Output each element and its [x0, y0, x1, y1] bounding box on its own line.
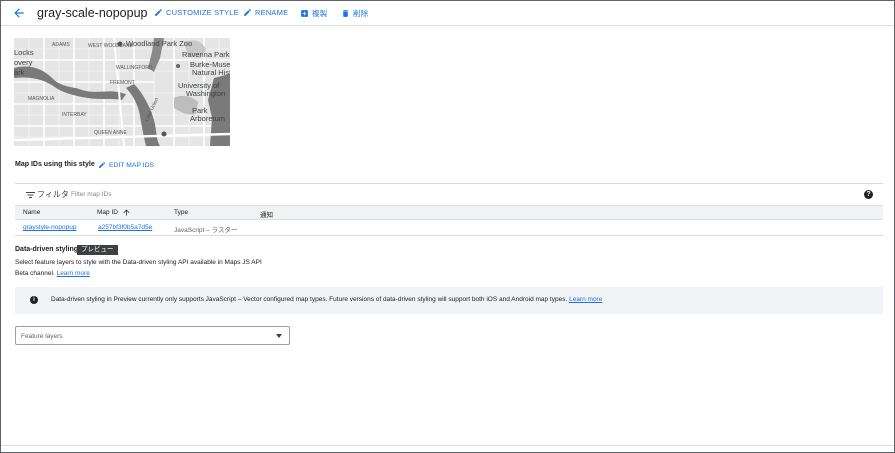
delete-button[interactable]: 削除: [341, 8, 368, 19]
customize-style-button[interactable]: CUSTOMIZE STYLE: [154, 8, 239, 17]
map-label: ark: [14, 68, 25, 77]
learn-more-link[interactable]: Learn more: [57, 270, 90, 277]
map-label: MAGNOLIA: [28, 96, 55, 102]
column-header-name[interactable]: Name: [23, 209, 40, 216]
map-label: Washington: [186, 89, 226, 98]
back-arrow-icon[interactable]: [12, 6, 26, 20]
info-banner: i Data-driven styling in Preview current…: [15, 287, 883, 314]
map-ids-section-label: Map IDs using this style: [15, 161, 95, 168]
rename-button[interactable]: RENAME: [243, 8, 288, 17]
add-box-icon: [301, 10, 308, 17]
edit-map-ids-label: EDIT MAP IDS: [109, 161, 155, 169]
description-line-2: Beta channel. Learn more: [15, 269, 415, 280]
map-label: WEST WOODLAND: [88, 43, 134, 49]
map-type-cell: JavaScript – ラスター: [174, 227, 238, 234]
preview-badge: プレビュー: [77, 245, 118, 255]
map-label: Arboretum: [190, 114, 226, 123]
map-id-link[interactable]: a257bf3f0b5a7d5e: [98, 224, 152, 231]
description-text: Beta channel.: [15, 269, 55, 277]
help-icon[interactable]: ?: [864, 190, 873, 199]
table-header-row: Name Map ID Type 通知: [15, 206, 883, 220]
duplicate-button[interactable]: 複製: [300, 8, 327, 19]
info-icon: i: [30, 296, 38, 304]
duplicate-label: 複製: [312, 9, 328, 18]
map-style-preview: Woodland Park Zoo Ravenna Park Burke-Mus…: [14, 38, 230, 146]
dropdown-caret-icon: [276, 334, 282, 338]
info-banner-text: Data-driven styling in Preview currently…: [51, 296, 602, 303]
map-label: QUEEN ANNE: [94, 130, 127, 136]
pencil-icon: [99, 161, 106, 168]
map-label: Natural Hist: [192, 68, 230, 77]
bottom-divider: [1, 445, 894, 446]
map-label: INTERBAY: [62, 112, 87, 118]
map-ids-table: フィルタ ? Name Map ID Type 通知 graystyle-nop…: [15, 183, 883, 236]
data-driven-styling-description: Select feature layers to style with the …: [15, 258, 415, 279]
map-name-link[interactable]: graystyle-nopopup: [23, 224, 76, 231]
data-driven-styling-title: Data-driven styling: [15, 246, 79, 253]
top-bar: gray-scale-nopopup CUSTOMIZE STYLE RENAM…: [1, 1, 894, 26]
map-label: FREMONT: [110, 80, 135, 86]
page-title: gray-scale-nopopup: [37, 6, 148, 20]
customize-style-label: CUSTOMIZE STYLE: [166, 8, 239, 17]
map-label: ADAMS: [52, 42, 70, 48]
map-label: Woodland Park Zoo: [126, 39, 193, 48]
info-learn-more-link[interactable]: Learn more: [569, 296, 602, 303]
sort-ascending-arrow-icon[interactable]: [122, 208, 131, 217]
feature-layers-placeholder: Feature layers: [21, 333, 63, 340]
pencil-icon: [155, 9, 162, 16]
map-label: Locks: [14, 48, 34, 57]
map-label: WALLINGFORD: [116, 65, 153, 71]
feature-layers-select[interactable]: Feature layers: [15, 326, 290, 345]
filter-label: フィルタ: [37, 190, 69, 199]
filter-row: フィルタ ?: [15, 184, 883, 206]
map-label: Ravenna Park: [182, 50, 230, 59]
edit-map-ids-button[interactable]: EDIT MAP IDS: [98, 161, 154, 169]
column-header-map-id[interactable]: Map ID: [97, 209, 118, 216]
info-message: Data-driven styling in Preview currently…: [51, 296, 568, 303]
description-line-1: Select feature layers to style with the …: [15, 259, 262, 266]
trash-icon: [342, 10, 349, 17]
filter-map-ids-input[interactable]: [71, 188, 371, 201]
column-header-type[interactable]: Type: [174, 209, 188, 216]
delete-label: 削除: [353, 9, 369, 18]
column-header-notify[interactable]: 通知: [260, 209, 273, 219]
map-label: overy: [14, 58, 33, 67]
table-row: graystyle-nopopup a257bf3f0b5a7d5e JavaS…: [15, 220, 883, 236]
rename-label: RENAME: [255, 8, 289, 17]
pencil-icon: [244, 9, 251, 16]
filter-icon[interactable]: [26, 191, 35, 199]
